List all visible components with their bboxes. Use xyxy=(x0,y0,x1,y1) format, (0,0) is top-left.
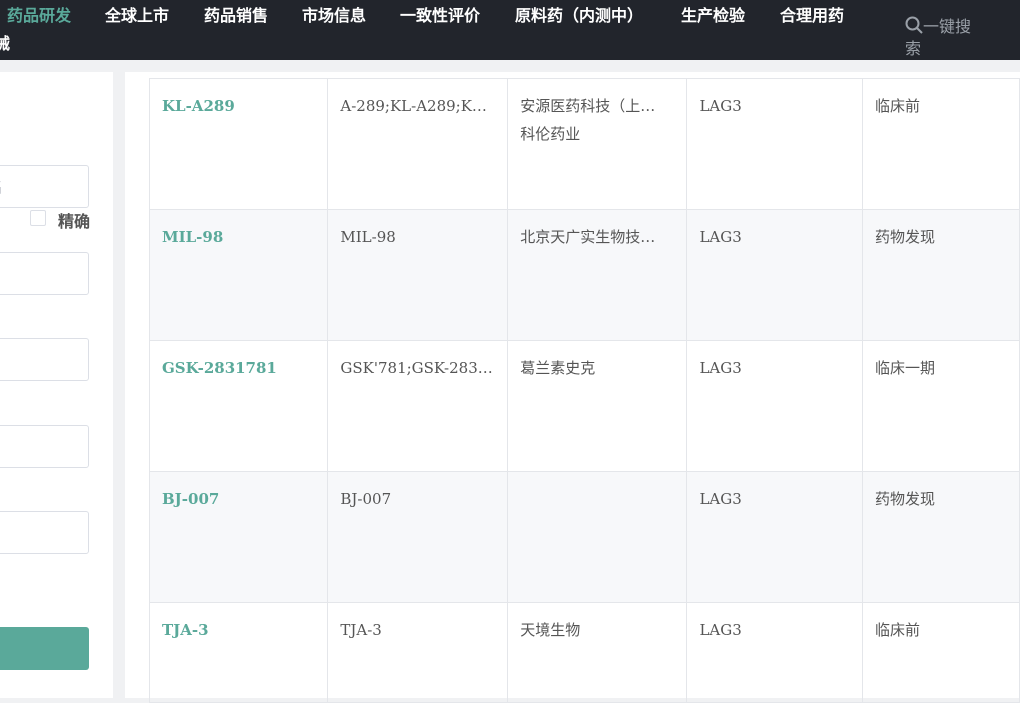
nav-rational-use[interactable]: 合理用药 xyxy=(780,2,844,26)
exact-checkbox[interactable] xyxy=(30,210,46,226)
alias-cell: BJ-007 xyxy=(327,471,509,603)
table-row: KL-A289 A-289;KL-A289;K… 安源医药科技（上… 科伦药业 LAG3… xyxy=(148,78,1020,210)
results-panel: KL-A289 A-289;KL-A289;K… 安源医药科技（上… 科伦药业 LAG3… xyxy=(125,72,1020,703)
stage-cell: 临床一期 xyxy=(861,340,1020,472)
drug-code-link[interactable]: GSK-2831781 xyxy=(162,359,277,377)
name-input[interactable]: 名 xyxy=(0,165,89,208)
drug-code-link[interactable]: TJA-3 xyxy=(162,621,209,639)
company-name: 北京天广实生物技… xyxy=(520,228,656,246)
table-row: BJ-007 BJ-007 LAG3 药物发现 xyxy=(148,471,1020,603)
drug-code-link[interactable]: MIL-98 xyxy=(162,228,223,246)
company-cell: 北京天广实生物技… xyxy=(507,209,688,341)
target-cell: LAG3 xyxy=(686,471,863,603)
company-name: 安源医药科技（上… xyxy=(520,97,656,115)
company-cell: 天境生物 xyxy=(507,602,688,703)
table-row: TJA-3 TJA-3 天境生物 LAG3 临床前 xyxy=(148,602,1020,703)
exact-label: 精确 xyxy=(58,212,91,231)
company-name: 天境生物 xyxy=(520,621,581,639)
company-name: 科伦药业 xyxy=(520,125,581,143)
alias-cell: MIL-98 xyxy=(327,209,509,341)
stage-cell: 临床前 xyxy=(861,602,1020,703)
filter-panel: 精确 名 xyxy=(0,72,113,698)
nav-market-info[interactable]: 市场信息 xyxy=(302,2,366,26)
alias-cell: A-289;KL-A289;K… xyxy=(327,78,509,210)
company-cell xyxy=(507,471,688,603)
table-row: MIL-98 MIL-98 北京天广实生物技… LAG3 药物发现 xyxy=(148,209,1020,341)
alias-cell: TJA-3 xyxy=(327,602,509,703)
target-cell: LAG3 xyxy=(686,78,863,210)
stage-cell: 药物发现 xyxy=(861,471,1020,603)
search-submit-button[interactable] xyxy=(0,627,89,670)
drug-code-cell: BJ-007 xyxy=(148,471,329,603)
stage-cell: 临床前 xyxy=(861,78,1020,210)
filter-input-2[interactable] xyxy=(0,252,89,295)
stage-cell: 药物发现 xyxy=(861,209,1020,341)
drug-code-cell: MIL-98 xyxy=(148,209,329,341)
company-name: 葛兰素史克 xyxy=(520,359,596,377)
target-cell: LAG3 xyxy=(686,602,863,703)
search-icon xyxy=(905,16,923,34)
filter-input-3[interactable] xyxy=(0,338,89,381)
table-row: GSK-2831781 GSK'781;GSK-283… 葛兰素史克 LAG3 临床一期 xyxy=(148,340,1020,472)
search-button[interactable]: 一键搜索 xyxy=(905,16,985,60)
company-cell: 葛兰素史克 xyxy=(507,340,688,472)
nav-drug-rd[interactable]: 药品研发 xyxy=(7,2,71,26)
nav-overflow[interactable]: 械 xyxy=(0,30,10,54)
nav-api[interactable]: 原料药（内测中） xyxy=(515,2,643,26)
drug-code-cell: GSK-2831781 xyxy=(148,340,329,472)
drug-code-link[interactable]: BJ-007 xyxy=(162,490,219,508)
drug-code-cell: TJA-3 xyxy=(148,602,329,703)
nav-consistency[interactable]: 一致性评价 xyxy=(400,2,480,26)
alias-cell: GSK'781;GSK-283… xyxy=(327,340,509,472)
drug-code-link[interactable]: KL-A289 xyxy=(162,97,235,115)
filter-input-5[interactable] xyxy=(0,511,89,554)
results-table: KL-A289 A-289;KL-A289;K… 安源医药科技（上… 科伦药业 LAG3… xyxy=(148,78,1020,703)
company-cell: 安源医药科技（上… 科伦药业 xyxy=(507,78,688,210)
filter-input-4[interactable] xyxy=(0,425,89,468)
target-cell: LAG3 xyxy=(686,209,863,341)
nav-global-market[interactable]: 全球上市 xyxy=(105,2,169,26)
nav-production[interactable]: 生产检验 xyxy=(681,2,745,26)
nav-drug-sales[interactable]: 药品销售 xyxy=(204,2,268,26)
target-cell: LAG3 xyxy=(686,340,863,472)
top-nav: 药品研发 全球上市 药品销售 市场信息 一致性评价 原料药（内测中） 生产检验 … xyxy=(0,0,1020,60)
drug-code-cell: KL-A289 xyxy=(148,78,329,210)
